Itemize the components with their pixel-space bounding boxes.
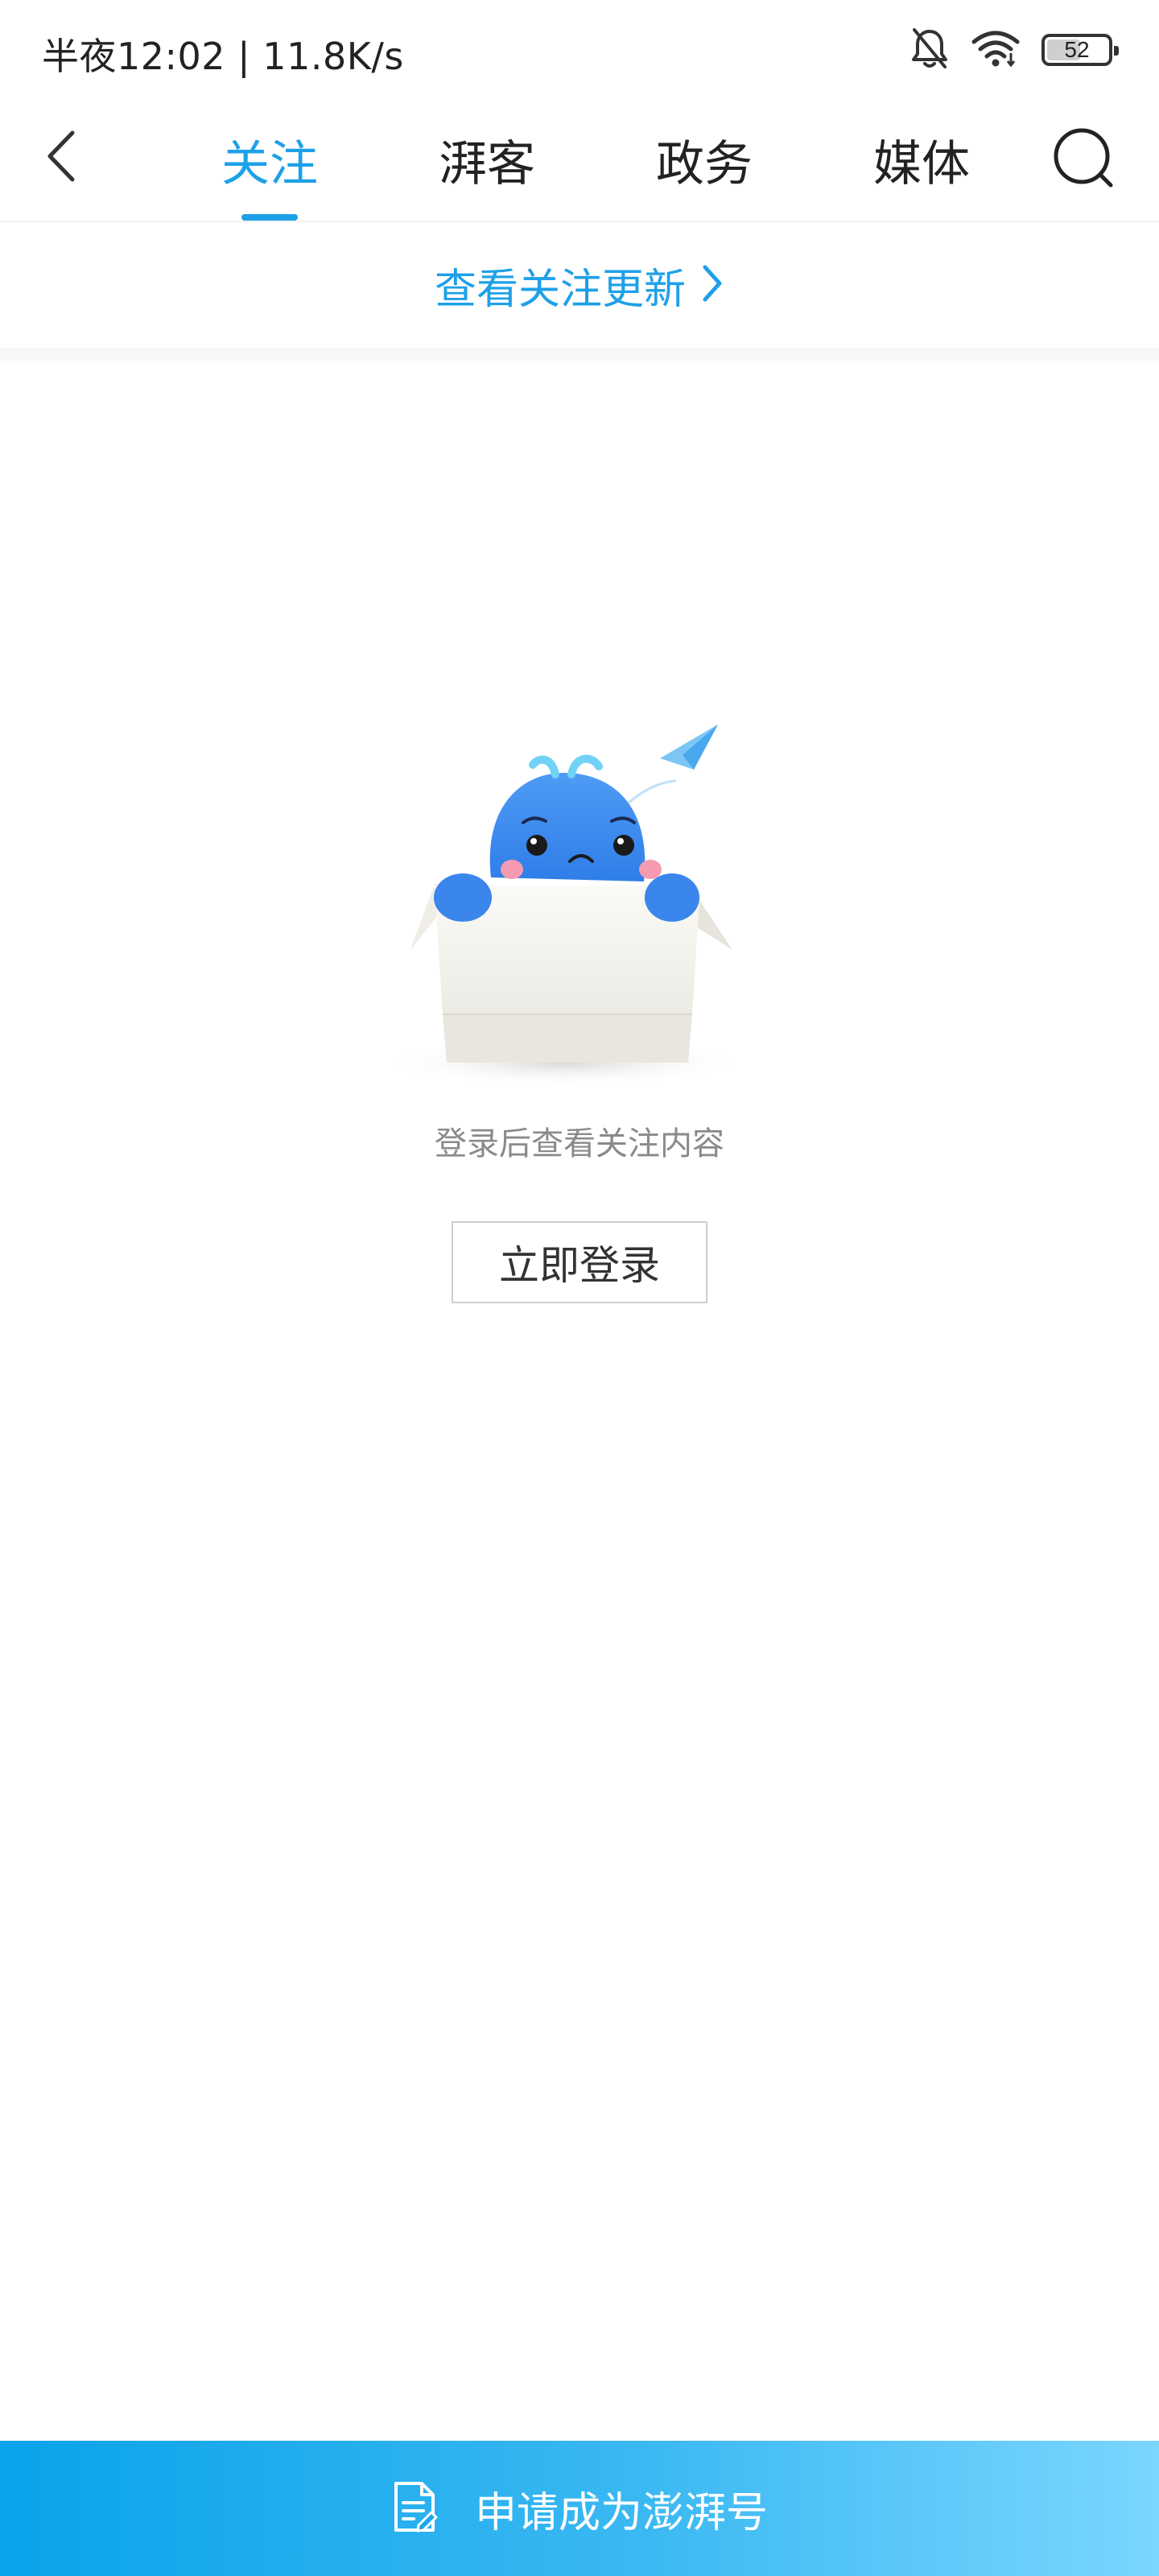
search-icon	[1051, 126, 1116, 193]
bell-muted-icon	[909, 27, 950, 73]
tab-3[interactable]: 政务	[596, 97, 813, 222]
status-time-speed: 半夜12:02 | 11.8K/s	[42, 35, 404, 78]
tab-4[interactable]: 媒体	[813, 97, 1030, 222]
apply-pengpai-account-button[interactable]: 申请成为澎湃号	[0, 2441, 1159, 2576]
wifi-icon	[971, 29, 1021, 71]
view-follow-updates-label: 查看关注更新	[434, 265, 686, 314]
login-button[interactable]: 立即登录	[452, 1221, 707, 1303]
search-button[interactable]	[1050, 126, 1117, 193]
apply-pengpai-account-label: 申请成为澎湃号	[474, 2488, 768, 2537]
top-nav: 关注 湃客 政务 媒体	[0, 97, 1159, 222]
battery-icon: 52	[1041, 34, 1119, 66]
back-button[interactable]	[29, 126, 93, 190]
status-bar: 半夜12:02 | 11.8K/s 52	[0, 0, 1159, 97]
document-edit-icon	[391, 2480, 439, 2537]
chevron-right-icon	[700, 264, 724, 306]
tab-bar: 关注 湃客 政务 媒体	[161, 97, 1030, 222]
tab-2[interactable]: 湃客	[378, 97, 596, 222]
status-icons: 52	[909, 24, 1119, 76]
section-divider	[0, 348, 1159, 361]
whale-in-box-illustration	[322, 708, 805, 1095]
battery-level: 52	[1064, 37, 1090, 62]
view-follow-updates-link[interactable]: 查看关注更新	[0, 224, 1159, 346]
chevron-left-icon	[43, 128, 79, 188]
tab-1[interactable]: 关注	[161, 97, 378, 222]
empty-state-message: 登录后查看关注内容	[435, 1125, 724, 1162]
